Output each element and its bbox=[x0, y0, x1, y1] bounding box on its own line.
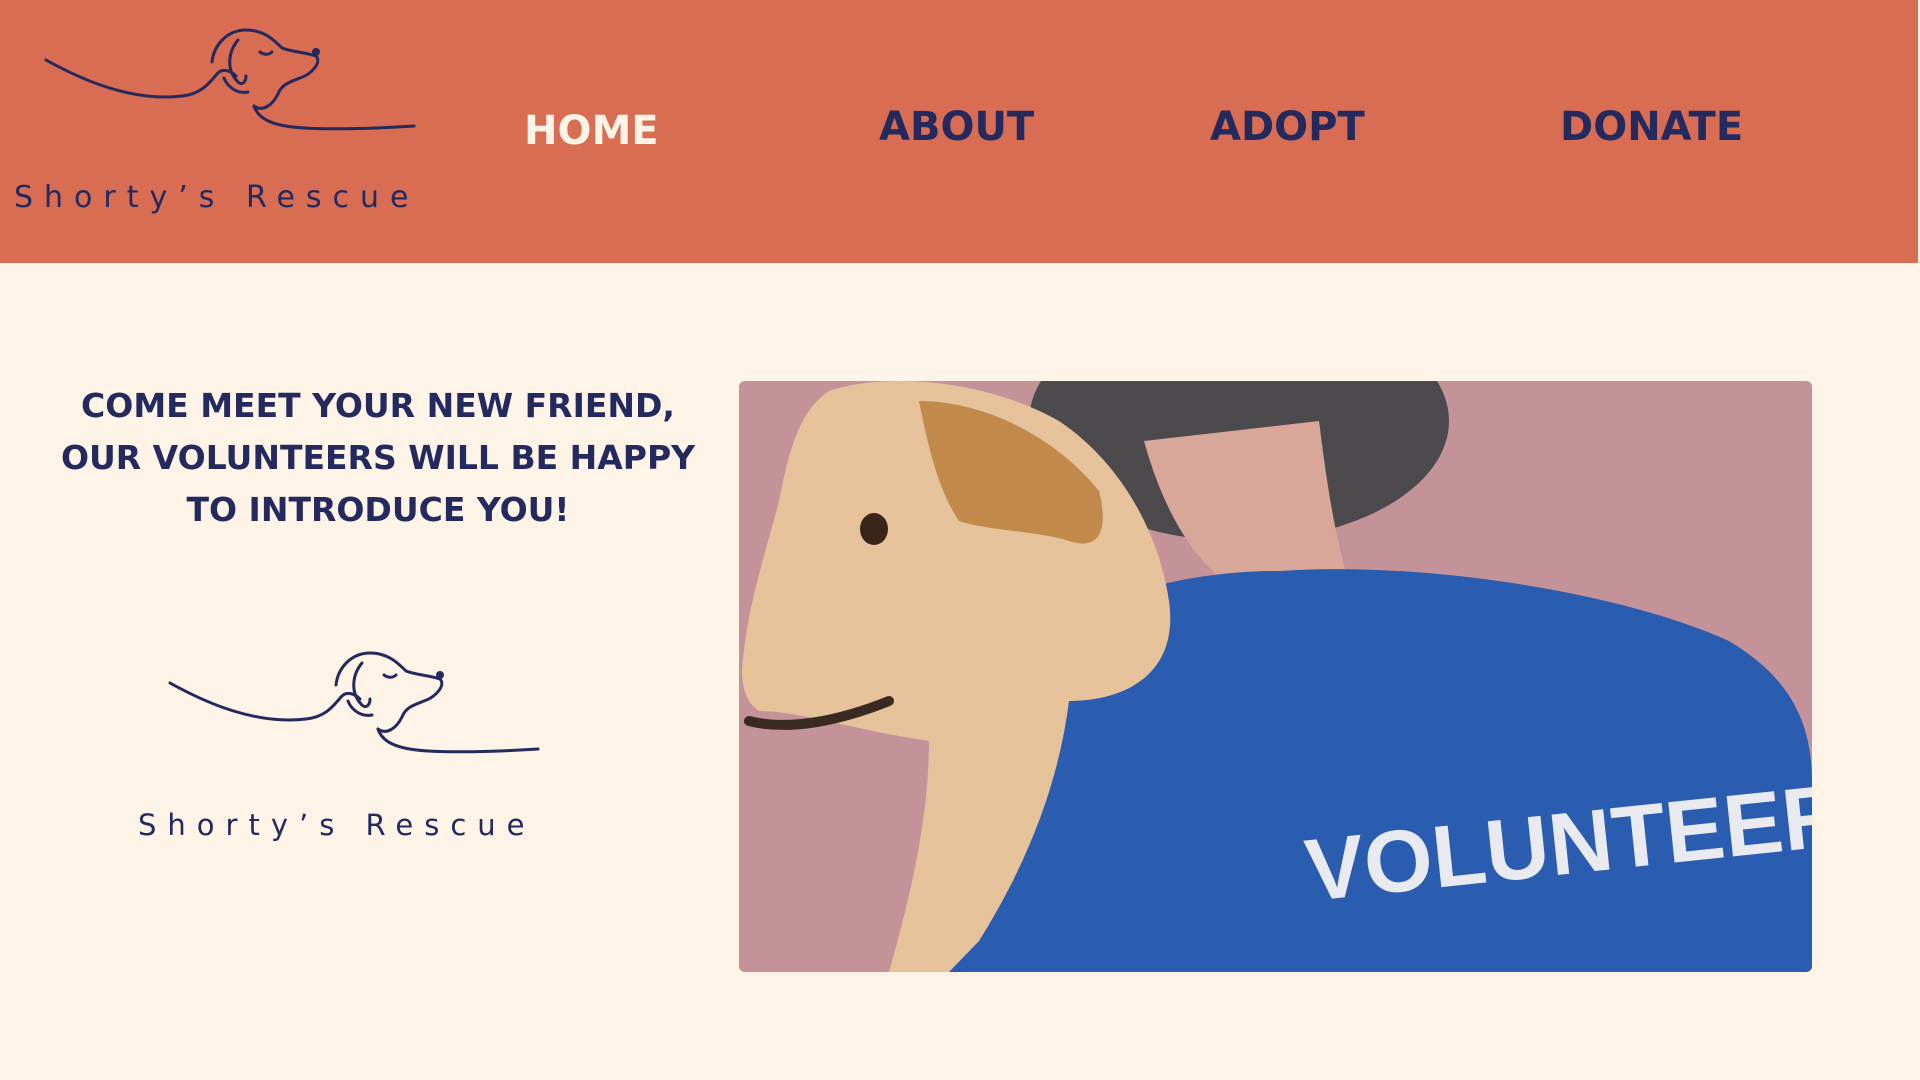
header-logo[interactable]: Shorty’s Rescue bbox=[14, 22, 454, 227]
nav-home[interactable]: HOME bbox=[524, 108, 659, 154]
dog-line-drawing-icon bbox=[168, 651, 540, 754]
site-header: Shorty’s Rescue HOME ABOUT ADOPT DONATE bbox=[0, 0, 1918, 263]
hero-photo: VOLUNTEER bbox=[739, 381, 1812, 972]
tagline-line: OUR VOLUNTEERS WILL BE HAPPY bbox=[60, 438, 696, 477]
brand-name: Shorty’s Rescue bbox=[14, 180, 420, 215]
brand-name: Shorty’s Rescue bbox=[138, 808, 536, 842]
tagline-line: COME MEET YOUR NEW FRIEND, bbox=[81, 386, 675, 425]
tagline: COME MEET YOUR NEW FRIEND, OUR VOLUNTEER… bbox=[50, 380, 706, 536]
nav-about[interactable]: ABOUT bbox=[879, 104, 1034, 150]
dog-eye bbox=[860, 513, 888, 545]
dog-line-drawing-icon bbox=[44, 28, 416, 131]
nav-adopt[interactable]: ADOPT bbox=[1210, 104, 1365, 150]
body-logo: Shorty’s Rescue bbox=[138, 645, 568, 855]
nav-donate[interactable]: DONATE bbox=[1560, 104, 1743, 150]
tagline-line: TO INTRODUCE YOU! bbox=[186, 490, 570, 529]
